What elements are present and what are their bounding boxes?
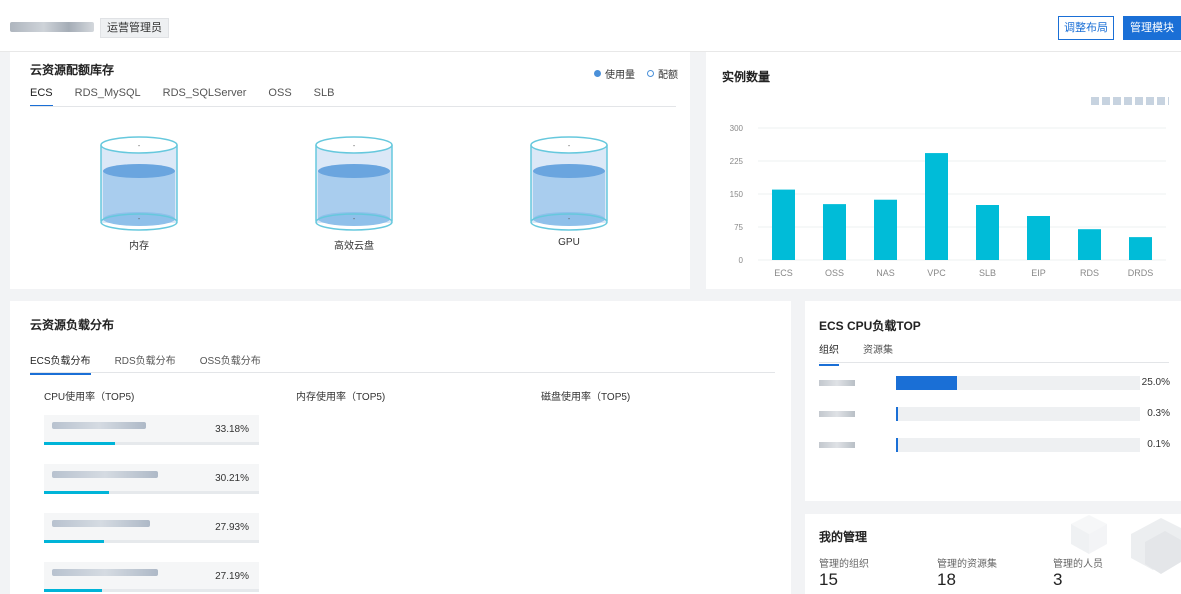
- x-tick-label: RDS: [1080, 268, 1099, 278]
- cpu-usage-item: 33.18%: [44, 415, 259, 445]
- mgmt-item-count[interactable]: 3: [1053, 570, 1062, 590]
- cpu-load-track: [896, 407, 1140, 421]
- tab-slb[interactable]: SLB: [314, 87, 335, 107]
- quota-tabs-divider: [30, 106, 676, 107]
- bar-vpc: [925, 153, 948, 260]
- tab-oss[interactable]: OSS: [268, 87, 291, 107]
- mgmt-card: [805, 514, 1181, 594]
- mgmt-item-label: 管理的组织: [819, 559, 869, 570]
- cylinder-gauge: - -: [530, 136, 608, 231]
- cpu-load-value: 25.0%: [1141, 377, 1170, 388]
- cpu-usage-bar: [44, 442, 115, 445]
- bar-oss: [823, 204, 846, 260]
- bar-slb: [976, 205, 999, 260]
- instances-bar-chart: 0 75 150 225 300 ECS OSS NAS VPC SLB EIP RDS DRDS: [730, 124, 1166, 278]
- mgmt-item-count[interactable]: 15: [819, 570, 838, 590]
- user-name-blurred: [10, 22, 94, 32]
- cpu-load-fill: [896, 407, 898, 421]
- cpu-usage-bar: [44, 589, 102, 592]
- load-card: [10, 301, 791, 594]
- instance-name-blurred: [52, 422, 146, 429]
- instance-name-blurred: [52, 569, 158, 576]
- tab-ecs[interactable]: ECS: [30, 87, 53, 107]
- cpu-usage-heading: CPU使用率（TOP5): [44, 392, 135, 403]
- org-name-blurred: [819, 380, 855, 386]
- memory-usage-heading: 内存使用率（TOP5): [296, 392, 386, 403]
- tab-rds-sqlserver[interactable]: RDS_SQLServer: [163, 87, 247, 107]
- bar-rds: [1078, 229, 1101, 260]
- bar-nas: [874, 199, 897, 260]
- bar-ecs: [772, 189, 795, 260]
- cpu-load-track: [896, 438, 1140, 452]
- cpu-load-track: [896, 376, 1140, 390]
- load-title: 云资源负载分布: [30, 318, 115, 332]
- cpu-load-value: 0.3%: [1147, 408, 1170, 419]
- x-tick-label: NAS: [876, 268, 895, 278]
- cpu-usage-bar: [44, 491, 109, 494]
- org-name-blurred: [819, 442, 855, 448]
- x-tick-label: EIP: [1031, 268, 1046, 278]
- y-tick-label: 150: [730, 190, 744, 199]
- load-tabs-divider: [30, 372, 775, 373]
- cpu-usage-value: 27.19%: [215, 571, 249, 582]
- y-tick-label: 0: [739, 256, 744, 265]
- quota-legend-label: 配额: [658, 70, 678, 81]
- org-name-blurred: [819, 411, 855, 417]
- cpu-load-fill: [896, 376, 957, 390]
- x-tick-label: OSS: [825, 268, 844, 278]
- cylinder-label: 内存: [129, 241, 149, 252]
- cpu-usage-value: 30.21%: [215, 473, 249, 484]
- cylinder-label: 高效云盘: [334, 241, 374, 252]
- cylinder-label: GPU: [558, 237, 580, 248]
- cpu-usage-value: 27.93%: [215, 522, 249, 533]
- x-tick-label: VPC: [927, 268, 946, 278]
- disk-usage-heading: 磁盘使用率（TOP5): [541, 392, 631, 403]
- quota-title: 云资源配额库存: [30, 63, 115, 77]
- instance-name-blurred: [52, 520, 150, 527]
- cpu-load-value: 0.1%: [1147, 439, 1170, 450]
- mgmt-item-count[interactable]: 18: [937, 570, 956, 590]
- manage-modules-button[interactable]: 管理模块: [1123, 16, 1181, 40]
- cpu-usage-item: 30.21%: [44, 464, 259, 494]
- cpu-usage-value: 33.18%: [215, 424, 249, 435]
- cpu-load-fill: [896, 438, 898, 452]
- mgmt-title: 我的管理: [819, 530, 868, 544]
- cpu-top-title: ECS CPU负载TOP: [819, 319, 921, 333]
- cylinder-gauge: - -: [315, 136, 393, 231]
- cpu-usage-item: 27.93%: [44, 513, 259, 543]
- cylinder-gauge: - -: [100, 136, 178, 231]
- y-tick-label: 75: [734, 223, 743, 232]
- instance-name-blurred: [52, 471, 158, 478]
- y-tick-label: 225: [730, 157, 744, 166]
- quota-legend: 使用量 配额: [594, 66, 678, 81]
- quota-legend-dot: [647, 70, 654, 77]
- instances-title: 实例数量: [722, 70, 771, 84]
- used-legend-dot: [594, 70, 601, 77]
- cpu-usage-item: 27.19%: [44, 562, 259, 592]
- cpu-usage-bar: [44, 540, 104, 543]
- chart-legend-blurred: [1091, 97, 1169, 105]
- adjust-layout-button[interactable]: 调整布局: [1058, 16, 1114, 40]
- x-tick-label: DRDS: [1128, 268, 1154, 278]
- cpu-top-tabs-divider: [819, 362, 1169, 363]
- mgmt-item-label: 管理的人员: [1053, 559, 1103, 570]
- role-tag: 运营管理员: [100, 18, 169, 38]
- bar-drds: [1129, 237, 1152, 260]
- used-legend-label: 使用量: [605, 70, 635, 81]
- top-bar: 运营管理员 调整布局 管理模块: [0, 0, 1181, 52]
- y-tick-label: 300: [730, 124, 744, 133]
- x-tick-label: ECS: [774, 268, 793, 278]
- quota-tabs: ECS RDS_MySQL RDS_SQLServer OSS SLB: [30, 87, 356, 107]
- x-tick-label: SLB: [979, 268, 996, 278]
- mgmt-item-label: 管理的资源集: [937, 559, 997, 570]
- bar-eip: [1027, 216, 1050, 260]
- tab-rds-mysql[interactable]: RDS_MySQL: [75, 87, 141, 107]
